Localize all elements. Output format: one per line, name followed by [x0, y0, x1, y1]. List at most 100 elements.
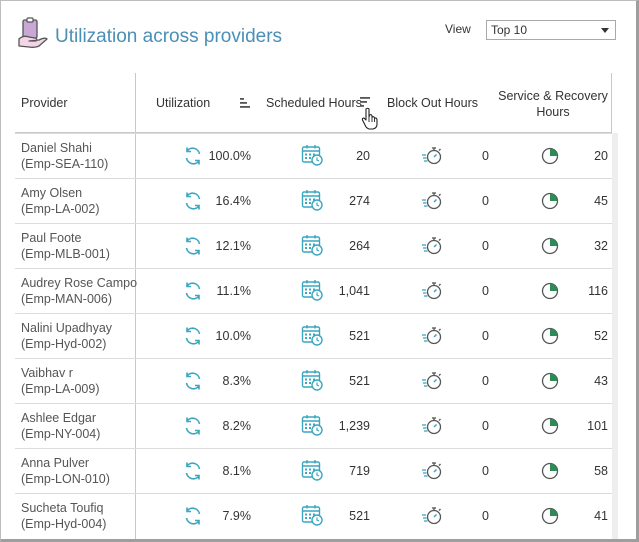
table-row[interactable]: Daniel Shahi (Emp-SEA-110) 100.0% 20 0 2…: [15, 133, 612, 178]
provider-cell[interactable]: Anna Pulver (Emp-LON-010): [21, 455, 139, 487]
column-header-block-out-hours[interactable]: Block Out Hours: [387, 96, 478, 110]
provider-cell[interactable]: Audrey Rose Campo (Emp-MAN-006): [21, 275, 139, 307]
service-recovery-hours-value: 20: [594, 149, 608, 163]
provider-id: (Emp-LON-010): [21, 472, 110, 486]
pie-chart-icon: [541, 282, 559, 300]
pie-chart-icon: [541, 372, 559, 390]
table-row[interactable]: Vaibhav r (Emp-LA-009) 8.3% 521 0 43: [15, 358, 612, 403]
provider-id: (Emp-LA-009): [21, 382, 100, 396]
column-header-utilization[interactable]: Utilization: [156, 96, 210, 110]
refresh-icon: [185, 417, 201, 435]
service-recovery-hours-value: 43: [594, 374, 608, 388]
pie-chart-icon: [541, 237, 559, 255]
refresh-icon: [185, 327, 201, 345]
provider-cell[interactable]: Ashlee Edgar (Emp-NY-004): [21, 410, 139, 442]
column-header-service-line2: Hours: [536, 105, 570, 119]
table-row[interactable]: Ashlee Edgar (Emp-NY-004) 8.2% 1,239 0 1…: [15, 403, 612, 448]
refresh-icon: [185, 147, 201, 165]
refresh-icon: [185, 372, 201, 390]
service-recovery-hours-value: 58: [594, 464, 608, 478]
provider-cell[interactable]: Nalini Upadhyay (Emp-Hyd-002): [21, 320, 139, 352]
pie-chart-icon: [541, 327, 559, 345]
column-header-service-line1: Service & Recovery: [498, 89, 608, 103]
utilization-value: 8.2%: [222, 419, 252, 433]
utilization-value: 12.1%: [215, 239, 251, 253]
provider-id: (Emp-NY-004): [21, 427, 101, 441]
provider-name: Anna Pulver: [21, 456, 90, 470]
vertical-scrollbar[interactable]: [612, 133, 618, 539]
view-dropdown-value: Top 10: [491, 23, 528, 37]
column-header-provider[interactable]: Provider: [21, 96, 68, 110]
scheduled-hours-value: 264: [349, 239, 370, 253]
block-out-hours-value: 0: [482, 194, 489, 208]
table-row[interactable]: Nalini Upadhyay (Emp-Hyd-002) 10.0% 521: [15, 313, 612, 358]
table-row[interactable]: Paul Foote (Emp-MLB-001) 12.1% 264 0 32: [15, 223, 612, 268]
page-title: Utilization across providers: [55, 26, 283, 47]
provider-id: (Emp-LA-002): [21, 202, 100, 216]
provider-name: Vaibhav r: [21, 366, 73, 380]
table-row[interactable]: Anna Pulver (Emp-LON-010) 8.1% 719 0 58: [15, 448, 612, 493]
table-row[interactable]: Audrey Rose Campo (Emp-MAN-006) 11.1% 1,…: [15, 268, 612, 313]
table-row[interactable]: Amy Olsen (Emp-LA-002) 16.4% 274 0 45: [15, 178, 612, 223]
refresh-icon: [185, 282, 201, 300]
refresh-icon: [185, 237, 201, 255]
utilization-value: 11.1%: [216, 284, 251, 298]
block-out-hours-value: 0: [482, 239, 489, 253]
provider-id: (Emp-MAN-006): [21, 292, 112, 306]
provider-id: (Emp-MLB-001): [21, 247, 110, 261]
service-recovery-hours-value: 32: [594, 239, 608, 253]
service-recovery-hours-value: 41: [594, 509, 608, 523]
scheduled-hours-value: 1,041: [338, 284, 370, 298]
scheduled-hours-value: 1,239: [338, 419, 370, 433]
column-header-service-recovery-hours[interactable]: Service & Recovery Hours: [497, 88, 609, 120]
chevron-down-icon: [601, 28, 609, 33]
stopwatch-icon: [422, 327, 442, 345]
sort-icon[interactable]: [239, 97, 251, 109]
refresh-icon: [185, 462, 201, 480]
table-row[interactable]: Sucheta Toufiq (Emp-Hyd-004) 7.9% 521 0 …: [15, 493, 612, 538]
provider-cell[interactable]: Vaibhav r (Emp-LA-009): [21, 365, 139, 397]
service-recovery-hours-value: 52: [594, 329, 608, 343]
provider-id: (Emp-SEA-110): [21, 157, 109, 171]
pie-chart-icon: [541, 192, 559, 210]
utilization-value: 7.9%: [222, 509, 252, 523]
view-dropdown[interactable]: Top 10: [486, 20, 616, 40]
utilization-value: 16.4%: [215, 194, 251, 208]
block-out-hours-value: 0: [482, 284, 489, 298]
column-header-scheduled-hours[interactable]: Scheduled Hours: [266, 96, 362, 110]
header-divider: [135, 73, 136, 133]
provider-clipboard-icon: [18, 17, 48, 48]
pie-chart-icon: [541, 417, 559, 435]
scheduled-hours-value: 274: [349, 194, 370, 208]
provider-name: Nalini Upadhyay: [21, 321, 113, 335]
provider-cell[interactable]: Amy Olsen (Emp-LA-002): [21, 185, 139, 217]
stopwatch-icon: [422, 507, 442, 525]
block-out-hours-value: 0: [482, 419, 489, 433]
stopwatch-icon: [422, 282, 442, 300]
provider-id: (Emp-Hyd-004): [21, 517, 107, 531]
provider-name: Ashlee Edgar: [21, 411, 97, 425]
provider-cell[interactable]: Daniel Shahi (Emp-SEA-110): [21, 140, 139, 172]
pie-chart-icon: [541, 147, 559, 165]
pie-chart-icon: [541, 507, 559, 525]
scheduled-hours-value: 719: [349, 464, 370, 478]
provider-name: Sucheta Toufiq: [21, 501, 104, 515]
provider-cell[interactable]: Sucheta Toufiq (Emp-Hyd-004): [21, 500, 139, 532]
hand-cursor-icon: [361, 107, 378, 130]
provider-name: Daniel Shahi: [21, 141, 92, 155]
header-divider: [611, 73, 612, 133]
scheduled-hours-value: 521: [349, 374, 370, 388]
block-out-hours-value: 0: [482, 149, 489, 163]
provider-cell[interactable]: Paul Foote (Emp-MLB-001): [21, 230, 139, 262]
provider-name: Paul Foote: [21, 231, 82, 245]
stopwatch-icon: [422, 372, 442, 390]
service-recovery-hours-value: 101: [587, 419, 608, 433]
refresh-icon: [185, 507, 201, 525]
service-recovery-hours-value: 45: [594, 194, 608, 208]
utilization-value: 10.0%: [215, 329, 251, 343]
dashboard-panel: Utilization across providers View Top 10…: [0, 0, 639, 542]
stopwatch-icon: [422, 192, 442, 210]
view-label: View: [445, 22, 471, 36]
provider-name: Amy Olsen: [21, 186, 83, 200]
provider-id: (Emp-Hyd-002): [21, 337, 107, 351]
